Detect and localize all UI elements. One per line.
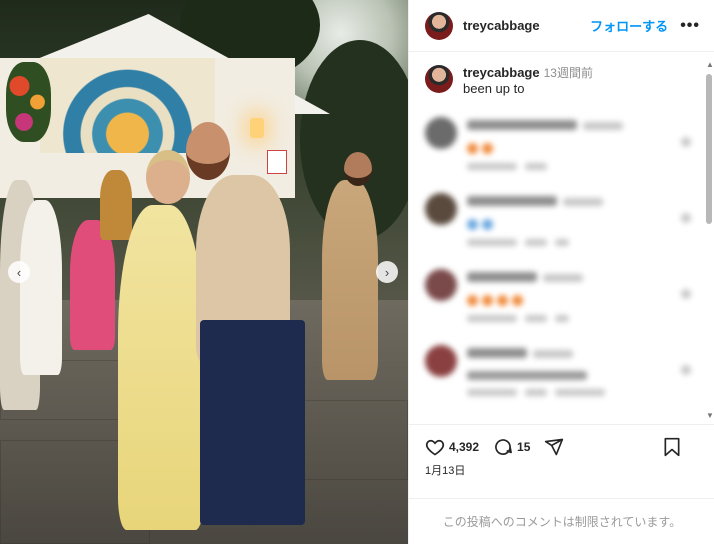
photo-sign bbox=[267, 150, 287, 174]
photo-guest-head bbox=[344, 152, 372, 186]
photo-guest bbox=[20, 200, 62, 375]
comment-like-icon bbox=[681, 365, 691, 375]
post-photo[interactable]: ‹ › bbox=[0, 0, 408, 544]
scroll-down-icon[interactable]: ▼ bbox=[706, 411, 714, 420]
photo-flowers bbox=[6, 62, 51, 142]
post-date: 1月13日 bbox=[425, 465, 466, 477]
comment-icon bbox=[495, 438, 512, 455]
avatar[interactable] bbox=[425, 65, 453, 93]
more-options-icon[interactable]: ••• bbox=[680, 17, 700, 35]
comments-scrollbar[interactable]: ▲ ▼ bbox=[706, 60, 714, 420]
caption-username[interactable]: treycabbage bbox=[463, 65, 540, 80]
bookmark-icon bbox=[664, 437, 680, 456]
comment-avatar bbox=[425, 193, 457, 225]
share-icon bbox=[545, 438, 564, 455]
photo-man-pants bbox=[200, 320, 305, 525]
chevron-left-icon: ‹ bbox=[16, 264, 22, 280]
comment-button[interactable]: 15 bbox=[493, 437, 530, 457]
scroll-up-icon[interactable]: ▲ bbox=[706, 60, 714, 69]
comment-avatar bbox=[425, 269, 457, 301]
caption-text: been up to bbox=[463, 81, 525, 96]
comment-item bbox=[425, 269, 699, 325]
previous-photo-button[interactable]: ‹ bbox=[8, 261, 30, 283]
photo-lamp bbox=[250, 118, 264, 138]
photo-woman-head bbox=[146, 150, 190, 204]
comment-username-blurred bbox=[467, 120, 577, 130]
comments-list[interactable]: treycabbage 13週間前 been up to bbox=[409, 53, 714, 421]
comment-avatar bbox=[425, 117, 457, 149]
chevron-right-icon: › bbox=[384, 264, 390, 280]
photo-man-head bbox=[186, 122, 230, 180]
save-button[interactable] bbox=[663, 437, 685, 457]
like-button[interactable]: 4,392 bbox=[425, 437, 479, 457]
post-panel: treycabbage フォローする ••• treycabbage 13週間前 … bbox=[408, 0, 714, 544]
comments-count: 15 bbox=[517, 439, 531, 454]
scrollbar-thumb[interactable] bbox=[706, 74, 712, 224]
post-header: treycabbage フォローする ••• bbox=[409, 0, 714, 52]
header-username[interactable]: treycabbage bbox=[463, 18, 540, 33]
comments-restricted-notice: この投稿へのコメントは制限されています。 bbox=[409, 498, 714, 544]
comment-username-blurred bbox=[467, 272, 537, 282]
share-button[interactable] bbox=[544, 437, 568, 457]
caption-time: 13週間前 bbox=[543, 66, 593, 80]
comment-item bbox=[425, 193, 699, 249]
heart-icon bbox=[425, 439, 445, 455]
comment-like-icon bbox=[681, 213, 691, 223]
comment-item bbox=[425, 345, 699, 401]
likes-count: 4,392 bbox=[449, 439, 480, 454]
comment-like-icon bbox=[681, 289, 691, 299]
photo-woman bbox=[118, 205, 204, 530]
comment-avatar bbox=[425, 345, 457, 377]
photo-guest bbox=[322, 180, 378, 380]
comment-username-blurred bbox=[467, 196, 557, 206]
comment-username-blurred bbox=[467, 348, 527, 358]
caption: treycabbage 13週間前 been up to bbox=[425, 65, 699, 97]
next-photo-button[interactable]: › bbox=[376, 261, 398, 283]
comment-item bbox=[425, 117, 699, 173]
comment-like-icon bbox=[681, 137, 691, 147]
photo-guest bbox=[100, 170, 132, 240]
follow-button[interactable]: フォローする bbox=[590, 16, 668, 35]
avatar[interactable] bbox=[425, 11, 453, 40]
